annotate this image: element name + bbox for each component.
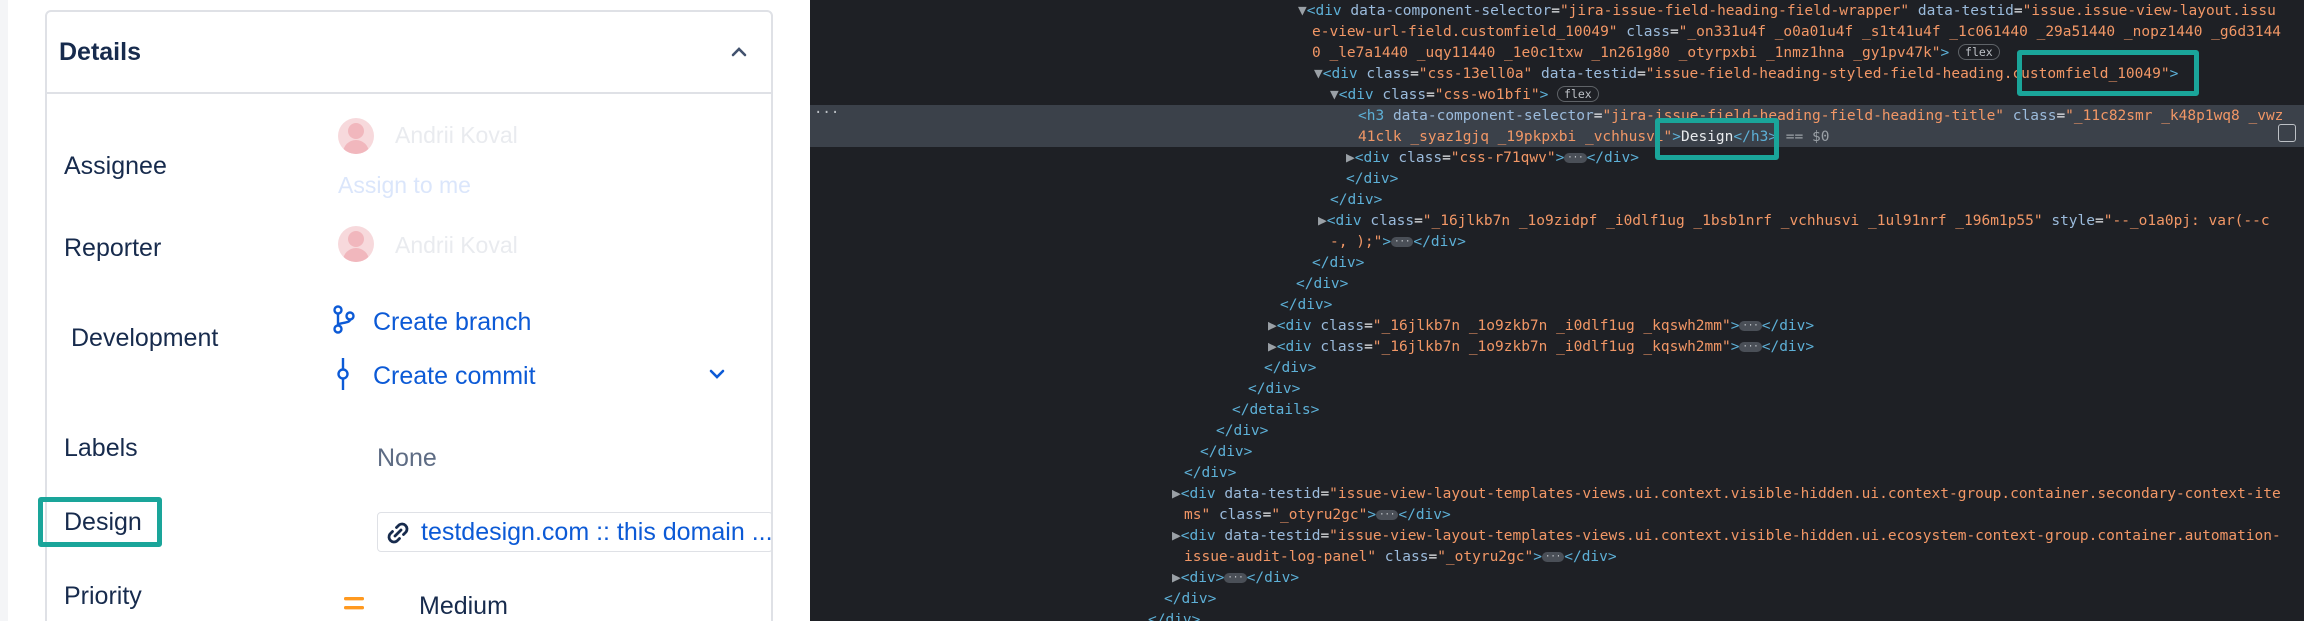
priority-medium-icon xyxy=(344,597,364,610)
dom-line-3[interactable]: 0 _le7a1440 _uqy11440 _1e0c1txw _1n261g8… xyxy=(1312,43,2000,64)
dom-line-29[interactable]: </div> xyxy=(1164,589,1216,610)
assign-to-me-link[interactable]: Assign to me xyxy=(338,172,471,199)
details-header[interactable]: Details xyxy=(47,12,771,94)
priority-value[interactable]: Medium xyxy=(419,592,508,621)
dom-line-21[interactable]: </div> xyxy=(1216,421,1268,442)
reporter-label: Reporter xyxy=(64,234,162,262)
dom-line-27[interactable]: issue-audit-log-panel" class="_otyru2gc"… xyxy=(1184,547,1617,568)
branch-icon xyxy=(333,305,355,334)
assignee-name[interactable]: Andrii Koval xyxy=(395,122,518,149)
dom-line-12[interactable]: -, );"> ··· </div> xyxy=(1330,232,1466,253)
dom-line-16[interactable]: ▶<div class="_16jlkb7n _1o9zkb7n _i0dlf1… xyxy=(1268,316,1814,337)
dom-line-1[interactable]: ▼<div data-component-selector="jira-issu… xyxy=(1298,1,2276,22)
dom-line-5[interactable]: ▼<div class="css-wo1bfi"> flex xyxy=(1330,85,1599,106)
dom-line-19[interactable]: </div> xyxy=(1248,379,1300,400)
create-branch-link[interactable]: Create branch xyxy=(373,308,531,337)
issue-sidebar: Details Assignee Andrii Koval Assign to … xyxy=(0,0,810,621)
reporter-name[interactable]: Andrii Koval xyxy=(395,232,518,259)
development-label: Development xyxy=(71,324,219,352)
details-title: Details xyxy=(59,38,141,66)
commit-icon xyxy=(337,358,349,390)
dom-line-9[interactable]: </div> xyxy=(1346,169,1398,190)
dom-line-10[interactable]: </div> xyxy=(1330,190,1382,211)
dom-line-23[interactable]: </div> xyxy=(1184,463,1236,484)
priority-label: Priority xyxy=(64,582,142,610)
create-commit-link[interactable]: Create commit xyxy=(373,362,536,391)
dom-line-22[interactable]: </div> xyxy=(1200,442,1252,463)
dom-line-26[interactable]: ▶<div data-testid="issue-view-layout-tem… xyxy=(1172,526,2281,547)
dom-line-30[interactable]: </div> xyxy=(1148,610,1200,621)
chevron-up-icon[interactable] xyxy=(729,42,749,62)
chevron-down-icon[interactable] xyxy=(709,368,725,380)
labels-value[interactable]: None xyxy=(377,444,437,473)
dom-line-15[interactable]: </div> xyxy=(1280,295,1332,316)
dom-line-24[interactable]: ▶<div data-testid="issue-view-layout-tem… xyxy=(1172,484,2281,505)
dom-line-14[interactable]: </div> xyxy=(1296,274,1348,295)
design-text-highlight xyxy=(1655,118,1779,160)
labels-label: Labels xyxy=(64,434,138,462)
design-label-highlight xyxy=(38,497,162,547)
dom-line-25[interactable]: ms" class="_otyru2gc"> ··· </div> xyxy=(1184,505,1451,526)
dom-line-2[interactable]: e-view-url-field.customfield_10049" clas… xyxy=(1312,22,2281,43)
assignee-label: Assignee xyxy=(64,152,167,180)
flex-badge[interactable]: flex xyxy=(1958,44,2000,60)
reporter-avatar[interactable] xyxy=(338,226,374,262)
dom-line-17[interactable]: ▶<div class="_16jlkb7n _1o9zkb7n _i0dlf1… xyxy=(1268,337,1814,358)
flex-badge[interactable]: flex xyxy=(1557,86,1599,102)
dom-line-13[interactable]: </div> xyxy=(1312,253,1364,274)
dom-line-18[interactable]: </div> xyxy=(1264,358,1316,379)
dom-line-8[interactable]: ▶<div class="css-r71qwv"> ··· </div> xyxy=(1346,148,1639,169)
dom-line-28[interactable]: ▶<div> ··· </div> xyxy=(1172,568,1299,589)
dom-line-6-selected[interactable]: <h3 data-component-selector="jira-issue-… xyxy=(1358,106,2283,127)
devtools-elements-panel: ··· ▼<div data-component-selector="jira-… xyxy=(810,0,2304,621)
design-link-chip[interactable]: testdesign.com :: this domain ... xyxy=(377,512,773,552)
customfield-highlight xyxy=(2017,50,2199,96)
node-actions-dots[interactable]: ··· xyxy=(814,105,839,121)
dom-line-11[interactable]: ▶<div class="_16jlkb7n _1o9zidpf _i0dlf1… xyxy=(1318,211,2270,232)
design-link[interactable]: testdesign.com :: this domain ... xyxy=(421,518,773,547)
assignee-avatar[interactable] xyxy=(338,118,374,154)
dom-line-20[interactable]: </details> xyxy=(1232,400,1319,421)
link-icon xyxy=(387,522,409,544)
